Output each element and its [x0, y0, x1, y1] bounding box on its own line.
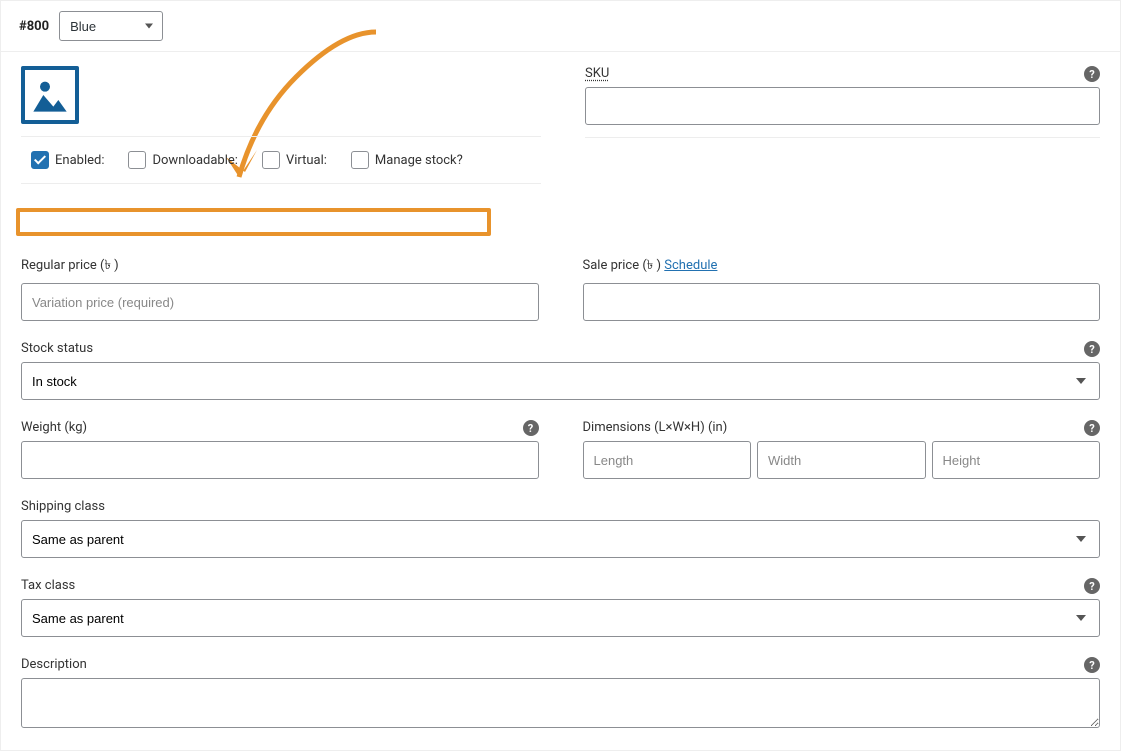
virtual-checkbox[interactable] [262, 151, 280, 169]
enabled-label: Enabled: [55, 153, 104, 168]
dimensions-label: Dimensions (L×W×H) (in) [583, 420, 1101, 435]
weight-input[interactable] [21, 441, 539, 479]
schedule-link[interactable]: Schedule [664, 258, 717, 273]
weight-help-icon[interactable]: ? [523, 420, 539, 436]
description-help-icon[interactable]: ? [1084, 657, 1100, 673]
height-input[interactable] [932, 441, 1101, 479]
description-textarea[interactable] [21, 678, 1100, 728]
attribute-select[interactable]: Blue [59, 11, 163, 41]
stock-status-label: Stock status [21, 341, 1100, 356]
weight-label: Weight (kg) [21, 420, 539, 435]
shipping-class-label: Shipping class [21, 499, 1100, 514]
variation-id: #800 [19, 19, 49, 34]
downloadable-label: Downloadable: [152, 153, 237, 168]
sale-price-label: Sale price (৳ ) Schedule [583, 256, 1101, 277]
shipping-class-select[interactable]: Same as parent [21, 520, 1100, 558]
enabled-checkbox[interactable] [31, 151, 49, 169]
manage-stock-checkbox[interactable] [351, 151, 369, 169]
tax-class-help-icon[interactable]: ? [1084, 578, 1100, 594]
checkbox-row: Enabled: Downloadable: Virtual: Manage s… [21, 136, 541, 184]
width-input[interactable] [757, 441, 926, 479]
manage-stock-label: Manage stock? [375, 153, 463, 168]
tax-class-label: Tax class [21, 578, 1100, 593]
regular-price-label: Regular price (৳ ) [21, 256, 539, 277]
stock-status-help-icon[interactable]: ? [1084, 341, 1100, 357]
image-placeholder-icon [30, 75, 70, 115]
virtual-label: Virtual: [286, 153, 327, 168]
variation-panel: #800 Blue Enabled: Downloadable: [0, 0, 1121, 751]
tax-class-select[interactable]: Same as parent [21, 599, 1100, 637]
variation-body: Enabled: Downloadable: Virtual: Manage s… [1, 52, 1120, 750]
sku-label: SKU [585, 66, 1100, 81]
description-label: Description [21, 657, 1100, 672]
stock-status-select[interactable]: In stock [21, 362, 1100, 400]
variation-header[interactable]: #800 Blue [1, 0, 1120, 52]
sale-price-input[interactable] [583, 283, 1101, 321]
downloadable-checkbox[interactable] [128, 151, 146, 169]
regular-price-input[interactable] [21, 283, 539, 321]
sku-input[interactable] [585, 87, 1100, 125]
annotation-highlight-box [16, 208, 491, 236]
dimensions-help-icon[interactable]: ? [1084, 420, 1100, 436]
variation-image-button[interactable] [21, 66, 79, 124]
sku-help-icon[interactable]: ? [1084, 66, 1100, 82]
length-input[interactable] [583, 441, 752, 479]
